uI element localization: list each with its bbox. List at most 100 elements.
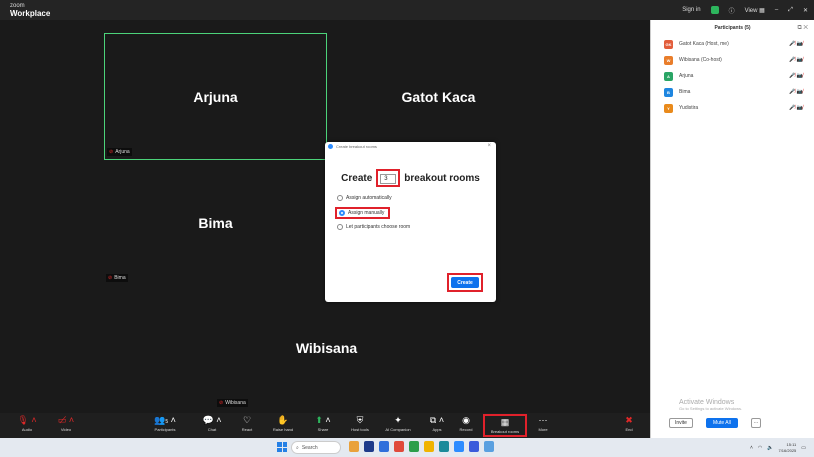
panel-controls[interactable]: ⧉ ✕ bbox=[797, 25, 808, 32]
participant-name: Gatot Kaca bbox=[401, 88, 476, 105]
avatar: W bbox=[664, 55, 673, 65]
video-tile-arjuna[interactable]: Arjuna ⊘ Arjuna bbox=[104, 33, 327, 160]
close-window-button[interactable]: ✕ bbox=[803, 7, 808, 14]
rooms-word: breakout rooms bbox=[404, 172, 480, 184]
avatar: GK bbox=[664, 39, 673, 49]
muted-mic-icon: ⊘ bbox=[108, 275, 113, 281]
clock[interactable]: 15:11 7/16/2025 bbox=[778, 442, 796, 454]
option-label: Let participants choose room bbox=[346, 224, 411, 230]
avatar: Y bbox=[664, 103, 673, 113]
participant-list: GK Gatot Kaca (Host, me) 🎤̸ 📷̸ W Wibisana (C… bbox=[651, 36, 814, 116]
windows-start-icon[interactable] bbox=[277, 442, 287, 452]
participant-row[interactable]: GK Gatot Kaca (Host, me) 🎤̸ 📷̸ bbox=[651, 36, 814, 52]
view-button[interactable]: View ▦ bbox=[745, 7, 765, 14]
app-icon[interactable] bbox=[349, 441, 359, 452]
participant-name: Wibisana (Co-host) bbox=[679, 57, 722, 63]
panel-title: Participants (5) bbox=[714, 25, 751, 31]
chevron-up-icon[interactable]: ˄ bbox=[750, 445, 753, 451]
tool-label: Audio bbox=[21, 427, 33, 432]
maximize-button[interactable]: ⤢ bbox=[788, 7, 793, 14]
audio-button[interactable]: 🎙 ˄ Audio bbox=[7, 414, 47, 437]
zoom-logo: zoom Workplace bbox=[10, 2, 50, 18]
muted-status-icon[interactable]: 🎤̸ 📷̸ bbox=[789, 73, 803, 79]
react-button[interactable]: ♡ React bbox=[227, 414, 267, 437]
dialog-header: Create breakout rooms bbox=[325, 142, 496, 151]
hand-icon: ✋ bbox=[277, 415, 289, 425]
participant-row[interactable]: B Bima 🎤̸ 📷̸ bbox=[651, 84, 814, 100]
tool-label: End bbox=[625, 427, 633, 432]
sparkle-icon: ✦ bbox=[394, 415, 402, 425]
record-button[interactable]: ◉ Record bbox=[446, 414, 486, 437]
shield-icon[interactable] bbox=[710, 6, 719, 14]
end-button[interactable]: ✖ End bbox=[609, 414, 649, 437]
muted-mic-icon: ⊘ bbox=[109, 149, 114, 155]
participants-button[interactable]: 👥5 ˄ Participants bbox=[145, 414, 185, 437]
app-icon[interactable] bbox=[484, 441, 494, 452]
option-assign-automatically[interactable]: Assign automatically bbox=[337, 195, 392, 201]
app-icon[interactable] bbox=[469, 441, 479, 452]
chat-button[interactable]: 💬 ˄ Chat bbox=[192, 414, 232, 437]
participant-name: Bima bbox=[679, 89, 691, 95]
tool-label: AI Companion bbox=[385, 427, 411, 432]
app-icon[interactable] bbox=[439, 441, 449, 452]
meeting-toolbar: 🎙 ˄ Audio ▭̸ ˄ Video 👥5 ˄ Participants 💬… bbox=[0, 413, 650, 438]
taskbar-apps bbox=[349, 441, 494, 452]
app-icon[interactable] bbox=[364, 441, 374, 452]
clock-date: 7/16/2025 bbox=[778, 447, 797, 453]
radio-icon[interactable] bbox=[337, 195, 343, 201]
share-button[interactable]: ⬆ ˄ Share bbox=[303, 414, 343, 437]
dialog-close-button[interactable]: × bbox=[487, 143, 491, 149]
participant-row[interactable]: Y Yudistira 🎤̸ 📷̸ bbox=[651, 100, 814, 116]
folder-icon[interactable] bbox=[424, 441, 434, 452]
video-button[interactable]: ▭̸ ˄ Video bbox=[46, 414, 86, 437]
radio-selected-icon[interactable] bbox=[339, 210, 345, 216]
breakout-rooms-button[interactable]: ▦ Breakout rooms bbox=[483, 414, 527, 437]
video-tile-wibisana[interactable]: Wibisana ⊘ Wibisana bbox=[215, 285, 438, 410]
app-icon[interactable] bbox=[379, 441, 389, 452]
windows-taskbar: ⌕ Search ˄ ◠ 🔈 15:11 7/16/2025 ▭ bbox=[0, 438, 814, 457]
option-let-participants-choose[interactable]: Let participants choose room bbox=[337, 224, 410, 230]
search-icon: ⌕ bbox=[296, 444, 299, 451]
logo-product: Workplace bbox=[10, 9, 51, 18]
more-options-button[interactable]: ··· bbox=[750, 418, 761, 428]
sign-in-link[interactable]: Sign in bbox=[682, 7, 700, 13]
wifi-icon[interactable]: ◠ bbox=[758, 445, 762, 451]
invite-button[interactable]: Invite bbox=[669, 418, 693, 428]
more-button[interactable]: ⋯ More bbox=[523, 414, 563, 437]
participant-row[interactable]: A Arjuna 🎤̸ 📷̸ bbox=[651, 68, 814, 84]
tile-label-text: Arjuna bbox=[115, 149, 130, 155]
participant-row[interactable]: W Wibisana (Co-host) 🎤̸ 📷̸ bbox=[651, 52, 814, 68]
app-icon[interactable] bbox=[394, 441, 404, 452]
muted-status-icon[interactable]: 🎤̸ 📷̸ bbox=[789, 57, 803, 63]
video-off-icon: ▭̸ ˄ bbox=[57, 415, 75, 425]
muted-status-icon[interactable]: 🎤̸ 📷̸ bbox=[789, 105, 803, 111]
notification-icon[interactable]: ▭ bbox=[801, 445, 806, 451]
host-tools-button[interactable]: ⛨ Host tools bbox=[340, 414, 380, 437]
room-count-stepper[interactable]: 3 bbox=[380, 174, 397, 184]
mute-all-button[interactable]: Mute All bbox=[705, 418, 738, 428]
muted-status-icon[interactable]: 🎤̸ 📷̸ bbox=[789, 89, 803, 95]
create-button[interactable]: Create bbox=[451, 277, 479, 288]
taskbar-search[interactable]: ⌕ Search bbox=[291, 441, 341, 454]
radio-icon[interactable] bbox=[337, 224, 343, 230]
ai-companion-button[interactable]: ✦ AI Companion bbox=[378, 414, 418, 437]
participants-count: 5 bbox=[165, 419, 169, 425]
volume-icon[interactable]: 🔈 bbox=[767, 445, 773, 451]
end-call-icon: ✖ bbox=[625, 415, 633, 425]
info-icon[interactable]: ⓘ bbox=[729, 6, 735, 15]
zoom-app-icon[interactable] bbox=[454, 441, 464, 452]
participants-icon: 👥5 ˄ bbox=[154, 415, 176, 425]
option-assign-manually[interactable]: Assign manually bbox=[335, 207, 391, 219]
raise-hand-button[interactable]: ✋ Raise hand bbox=[263, 414, 303, 437]
zoom-icon bbox=[328, 144, 333, 149]
tool-label: Raise hand bbox=[272, 427, 294, 432]
minimize-button[interactable]: – bbox=[775, 7, 778, 13]
app-icon[interactable] bbox=[409, 441, 419, 452]
muted-status-icon[interactable]: 🎤̸ 📷̸ bbox=[789, 41, 803, 47]
breakout-rooms-icon: ▦ bbox=[500, 417, 510, 427]
activate-windows-watermark: Activate Windows Go to Settings to activ… bbox=[679, 399, 742, 411]
tool-label: Host tools bbox=[351, 427, 369, 432]
video-tile-gatot-kaca[interactable]: Gatot Kaca bbox=[327, 33, 550, 160]
video-tile-bima[interactable]: Bima ⊘ Bima bbox=[104, 160, 327, 285]
search-placeholder: Search bbox=[301, 444, 318, 451]
